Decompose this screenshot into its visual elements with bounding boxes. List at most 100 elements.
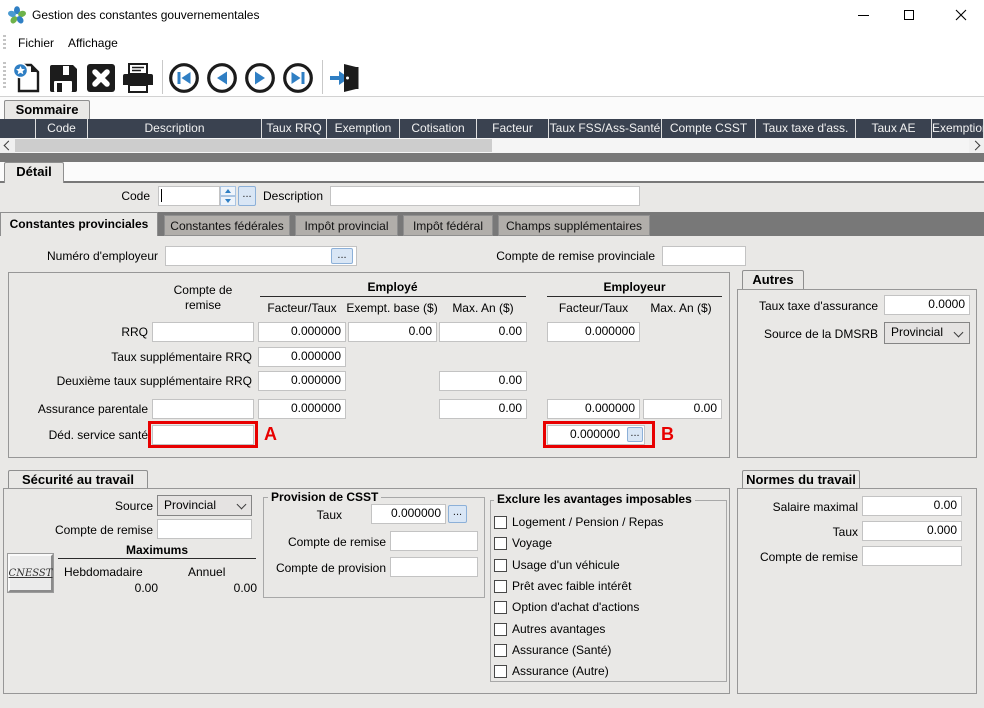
max-an-field[interactable]: 0.00 — [439, 371, 527, 391]
provision-compte-remise-input[interactable] — [390, 531, 478, 551]
checkbox-label: Option d'achat d'actions — [512, 600, 639, 615]
employeur-underline — [547, 296, 722, 297]
checkbox-usage-d-un-v-hicule[interactable] — [494, 559, 507, 572]
delete-button[interactable] — [84, 61, 118, 95]
print-button[interactable] — [121, 61, 155, 95]
save-button[interactable] — [46, 61, 80, 95]
scroll-left-button[interactable] — [0, 138, 15, 153]
source-dmsrb-label: Source de la DMSRB — [740, 327, 878, 342]
checkbox-assurance-sant-[interactable] — [494, 644, 507, 657]
sommaire-column-header[interactable]: Code — [36, 119, 88, 138]
employe-subheader-exempt: Exempt. base ($) — [344, 301, 440, 316]
emp-facteur-taux-field[interactable]: 0.000000 — [547, 322, 640, 342]
sommaire-column-header[interactable]: Taux taxe d'ass. — [756, 119, 856, 138]
sommaire-column-header[interactable]: Compte CSST — [662, 119, 756, 138]
next-record-button[interactable] — [243, 61, 277, 95]
tab-imp-t-provincial[interactable]: Impôt provincial — [295, 215, 398, 236]
ded-sante-lookup-button[interactable]: ... — [627, 427, 643, 442]
tab-sommaire[interactable]: Sommaire — [4, 100, 90, 119]
emp-max-an-field[interactable]: 0.00 — [643, 399, 722, 419]
normes-compte-remise-input[interactable] — [862, 546, 962, 566]
numero-employeur-input[interactable] — [165, 246, 357, 266]
tab-imp-t-f-d-ral[interactable]: Impôt fédéral — [403, 215, 493, 236]
next-record-icon — [244, 62, 276, 94]
tab-champs-suppl-mentaires[interactable]: Champs supplémentaires — [498, 215, 650, 236]
minimize-button[interactable] — [840, 0, 886, 30]
facteur-taux-field[interactable]: 0.000000 — [258, 322, 346, 342]
checkbox-pr-t-avec-faible-int-r-t[interactable] — [494, 580, 507, 593]
scroll-thumb[interactable] — [15, 139, 492, 152]
code-input[interactable] — [158, 186, 220, 206]
sommaire-column-header[interactable]: Taux RRQ — [262, 119, 327, 138]
exit-button[interactable] — [327, 61, 361, 95]
annotation-a: A — [264, 424, 277, 444]
grid-row-label: Assurance parentale — [8, 402, 148, 417]
checkbox-label: Prêt avec faible intérêt — [512, 579, 631, 594]
sommaire-column-header[interactable]: Exemption — [932, 119, 984, 138]
menu-bar: FichierAffichage — [0, 30, 984, 56]
compte-field[interactable] — [152, 322, 254, 342]
checkbox-label: Assurance (Autre) — [512, 664, 609, 679]
max-an-field[interactable]: 0.00 — [439, 399, 527, 419]
facteur-taux-field[interactable]: 0.000000 — [258, 399, 346, 419]
sommaire-column-header[interactable]: Cotisation — [400, 119, 477, 138]
salaire-maximal-label: Salaire maximal — [758, 500, 858, 515]
checkbox-autres-avantages[interactable] — [494, 623, 507, 636]
spinner-up-button[interactable] — [220, 186, 236, 196]
compte-remise-provinciale-input[interactable] — [662, 246, 746, 266]
employe-subheader-facteur: Facteur/Taux — [258, 301, 346, 316]
provision-taux-input[interactable]: 0.000000 — [371, 504, 446, 524]
securite-source-label: Source — [95, 499, 153, 514]
code-lookup-button[interactable]: ... — [238, 186, 256, 206]
sommaire-column-header[interactable]: Exemption — [327, 119, 400, 138]
emp-facteur-taux-field[interactable]: 0.000000 — [547, 399, 640, 419]
new-record-button[interactable] — [10, 61, 44, 95]
maximize-button[interactable] — [886, 0, 932, 30]
facteur-taux-field[interactable]: 0.000000 — [258, 371, 346, 391]
securite-compte-remise-input[interactable] — [157, 519, 252, 539]
checkbox-voyage[interactable] — [494, 537, 507, 550]
cnesst-button[interactable]: CNESST — [8, 554, 53, 592]
provision-csst-legend: Provision de CSST — [268, 490, 381, 504]
close-button[interactable] — [938, 0, 984, 30]
last-record-button[interactable] — [281, 61, 315, 95]
description-input[interactable] — [330, 186, 640, 206]
provision-taux-lookup-button[interactable]: ... — [448, 505, 467, 523]
sommaire-column-header[interactable]: Description — [88, 119, 262, 138]
sommaire-column-header[interactable]: Taux AE — [856, 119, 932, 138]
provision-compte-provision-input[interactable] — [390, 557, 478, 577]
spinner-down-button[interactable] — [220, 196, 236, 206]
sommaire-row-selector-header[interactable] — [0, 119, 36, 138]
tab-constantes-f-d-rales[interactable]: Constantes fédérales — [164, 215, 290, 236]
maximize-icon — [904, 10, 914, 20]
numero-employeur-lookup-button[interactable]: ... — [331, 248, 353, 264]
checkbox-logement-pension-repas[interactable] — [494, 516, 507, 529]
last-record-icon — [282, 62, 314, 94]
compte-field[interactable] — [152, 399, 254, 419]
separator-band — [0, 153, 984, 162]
hebdomadaire-label: Hebdomadaire — [64, 565, 143, 580]
taux-taxe-assurance-input[interactable]: 0.0000 — [884, 295, 970, 315]
checkbox-option-d-achat-d-actions[interactable] — [494, 601, 507, 614]
max-an-field[interactable]: 0.00 — [439, 322, 527, 342]
checkbox-assurance-autre-[interactable] — [494, 665, 507, 678]
salaire-maximal-input[interactable]: 0.00 — [862, 496, 962, 516]
tab-constantes-provinciales[interactable]: Constantes provinciales — [0, 212, 158, 236]
annuel-label: Annuel — [188, 565, 225, 580]
normes-taux-input[interactable]: 0.000 — [862, 521, 962, 541]
previous-record-button[interactable] — [205, 61, 239, 95]
sommaire-column-header[interactable]: Taux FSS/Ass-Santé — [549, 119, 662, 138]
menu-item-affichage[interactable]: Affichage — [61, 30, 125, 56]
grid-row-label: Taux supplémentaire RRQ — [8, 350, 252, 365]
checkbox-label: Assurance (Santé) — [512, 643, 611, 658]
tab-detail[interactable]: Détail — [4, 162, 64, 183]
maximums-header: Maximums — [58, 543, 256, 558]
exempt-base-field[interactable]: 0.00 — [348, 322, 437, 342]
hebdomadaire-value: 0.00 — [100, 581, 158, 596]
facteur-taux-field[interactable]: 0.000000 — [258, 347, 346, 367]
sommaire-column-header[interactable]: Facteur — [477, 119, 549, 138]
first-record-button[interactable] — [167, 61, 201, 95]
scroll-right-button[interactable] — [969, 138, 984, 153]
menu-item-fichier[interactable]: Fichier — [11, 30, 61, 56]
scroll-left-icon — [4, 141, 14, 151]
